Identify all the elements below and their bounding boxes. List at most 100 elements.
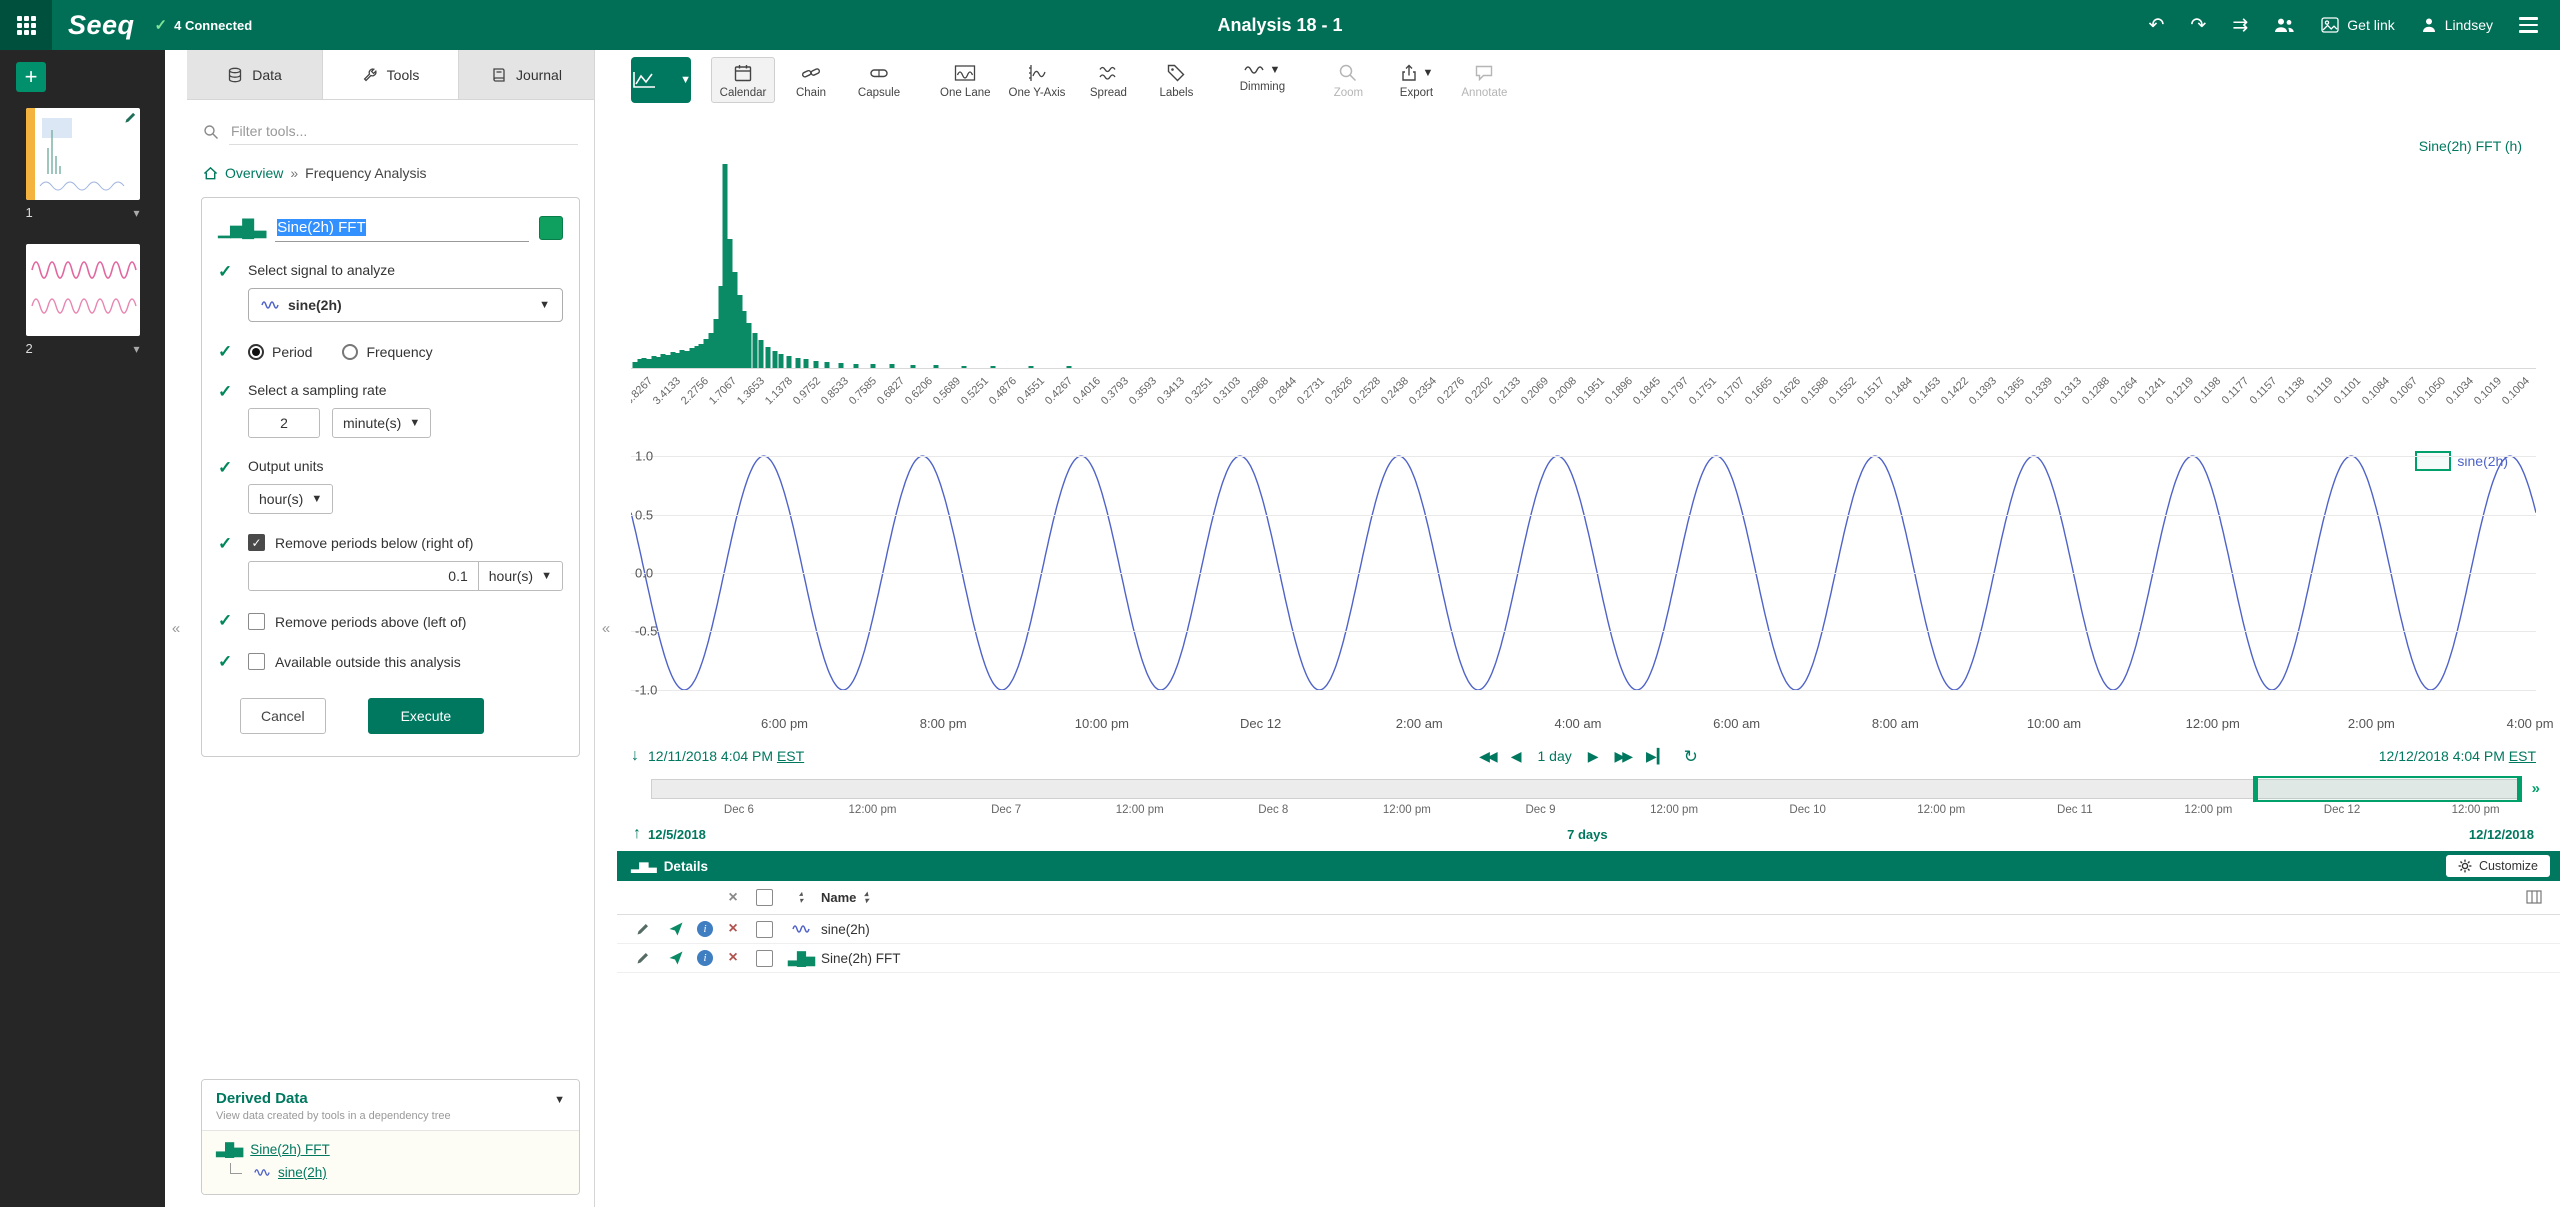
chevron-down-icon[interactable]: ▼ bbox=[554, 1094, 565, 1106]
worksheet-menu-icon[interactable]: ▾ bbox=[133, 206, 139, 220]
breadcrumb-overview[interactable]: Overview bbox=[225, 165, 283, 181]
send-item-icon[interactable] bbox=[661, 951, 691, 965]
fast-forward-icon[interactable]: ⇉ bbox=[2232, 16, 2248, 35]
worksheet-thumbnail-1[interactable] bbox=[26, 108, 140, 200]
toolbar-export-button[interactable]: ▼ Export bbox=[1384, 57, 1448, 103]
range-start-arrow-icon[interactable]: ↓ bbox=[631, 747, 639, 765]
get-link-button[interactable]: Get link bbox=[2321, 17, 2394, 33]
item-info-icon[interactable]: i bbox=[697, 950, 713, 966]
remove-above-checkbox-row[interactable]: Remove periods above (left of) bbox=[248, 611, 563, 631]
range-duration-button[interactable]: 1 day bbox=[1537, 748, 1571, 764]
toolbar-chain-button[interactable]: Chain bbox=[779, 57, 843, 103]
sine-plot[interactable]: sine(2h) 1.00.50.0-0.5-1.0 bbox=[631, 437, 2536, 709]
customize-button[interactable]: Customize bbox=[2446, 855, 2550, 877]
step-forward-button[interactable]: ▶ bbox=[1588, 749, 1599, 763]
derived-item-link[interactable]: sine(2h) bbox=[278, 1165, 327, 1180]
table-options-icon[interactable] bbox=[2526, 890, 2542, 904]
select-all-checkbox[interactable] bbox=[756, 889, 773, 906]
fft-x-tick-label: 0.7585 bbox=[847, 375, 879, 407]
remove-all-icon[interactable]: × bbox=[728, 889, 737, 907]
investigate-start-date[interactable]: 12/5/2018 bbox=[648, 827, 706, 842]
step-forward-fast-button[interactable]: ▶▶ bbox=[1615, 749, 1631, 763]
item-checkbox[interactable] bbox=[756, 950, 773, 967]
series-color-swatch[interactable] bbox=[539, 216, 563, 240]
axis-selection-box[interactable] bbox=[2415, 451, 2451, 471]
investigate-end-date[interactable]: 12/12/2018 bbox=[2469, 827, 2534, 842]
item-info-icon[interactable]: i bbox=[697, 921, 713, 937]
worksheet-number: 2 bbox=[26, 341, 33, 356]
undo-icon[interactable]: ↶ bbox=[2149, 16, 2165, 35]
redo-icon[interactable]: ↷ bbox=[2190, 16, 2206, 35]
toolbar-capsule-button[interactable]: Capsule bbox=[847, 57, 911, 103]
item-name[interactable]: sine(2h) bbox=[821, 922, 870, 937]
edit-item-icon[interactable] bbox=[625, 951, 661, 965]
remove-below-unit-dropdown[interactable]: hour(s)▼ bbox=[479, 561, 563, 591]
frequency-radio[interactable]: Frequency bbox=[342, 344, 432, 360]
output-unit-dropdown[interactable]: hour(s)▼ bbox=[248, 484, 333, 514]
investigate-duration[interactable]: 7 days bbox=[1567, 827, 1607, 842]
view-selector-button[interactable]: ▼ bbox=[631, 57, 691, 103]
derived-item-link[interactable]: Sine(2h) FFT bbox=[250, 1142, 330, 1157]
collapse-worksheets-handle[interactable]: « bbox=[165, 50, 187, 1207]
fft-x-tick-label: 0.2133 bbox=[1491, 375, 1523, 407]
hamburger-menu-icon[interactable] bbox=[2519, 17, 2538, 33]
send-item-icon[interactable] bbox=[661, 922, 691, 936]
remove-above-checkbox[interactable] bbox=[248, 613, 265, 630]
result-name-input[interactable]: Sine(2h) FFT bbox=[275, 214, 529, 242]
tab-data[interactable]: Data bbox=[187, 50, 323, 99]
remove-item-icon[interactable]: × bbox=[728, 920, 737, 938]
fft-histogram-plot[interactable] bbox=[631, 164, 2536, 369]
edit-worksheet-icon[interactable] bbox=[124, 111, 137, 124]
step-back-fast-button[interactable]: ◀◀ bbox=[1479, 749, 1495, 763]
step-to-end-button[interactable]: ▶▎ bbox=[1646, 749, 1668, 763]
new-worksheet-button[interactable]: + bbox=[16, 62, 46, 92]
details-row-sine[interactable]: i × sine(2h) bbox=[617, 915, 2560, 944]
investigate-start-arrow-icon[interactable]: ↑ bbox=[633, 825, 641, 843]
available-outside-checkbox-row[interactable]: Available outside this analysis bbox=[248, 652, 563, 672]
sort-type-icon[interactable]: ▴▾ bbox=[799, 891, 803, 905]
toolbar-spread-button[interactable]: Spread bbox=[1076, 57, 1140, 103]
user-menu-button[interactable]: Lindsey bbox=[2421, 17, 2493, 33]
edit-item-icon[interactable] bbox=[625, 922, 661, 936]
timeline-scrubber[interactable] bbox=[651, 779, 2522, 799]
name-column-header[interactable]: Name ▴▾ bbox=[821, 890, 868, 905]
toolbar-dimming-button[interactable]: ▼ Dimming bbox=[1230, 57, 1294, 97]
step-back-button[interactable]: ◀ bbox=[1511, 749, 1522, 763]
tab-journal[interactable]: Journal bbox=[459, 50, 594, 99]
collapse-tools-handle[interactable]: « bbox=[595, 50, 617, 1207]
fft-x-tick-label: 0.2968 bbox=[1239, 375, 1271, 407]
chevron-down-icon: ▼ bbox=[409, 417, 420, 429]
wrench-icon bbox=[362, 67, 378, 83]
item-checkbox[interactable] bbox=[756, 921, 773, 938]
execute-button[interactable]: Execute bbox=[368, 698, 485, 734]
signal-select-dropdown[interactable]: sine(2h) ▼ bbox=[248, 288, 563, 322]
sampling-unit-dropdown[interactable]: minute(s)▼ bbox=[332, 408, 431, 438]
period-radio[interactable]: Period bbox=[248, 344, 312, 360]
toolbar-one-lane-button[interactable]: One Lane bbox=[933, 57, 998, 103]
tab-tools[interactable]: Tools bbox=[323, 50, 459, 99]
topbar-actions: ↶ ↷ ⇉ Get link Lindsey bbox=[2149, 16, 2560, 35]
app-launcher-button[interactable] bbox=[0, 0, 52, 50]
worksheet-menu-icon[interactable]: ▾ bbox=[133, 342, 139, 356]
display-range-end[interactable]: 12/12/2018 4:04 PM EST bbox=[2379, 748, 2536, 764]
worksheet-2: 2 ▾ bbox=[26, 244, 140, 370]
display-range-start[interactable]: 12/11/2018 4:04 PM EST bbox=[648, 748, 804, 764]
worksheet-thumbnail-2[interactable] bbox=[26, 244, 140, 336]
remove-item-icon[interactable]: × bbox=[728, 949, 737, 967]
remove-below-checkbox-row[interactable]: ✓ Remove periods below (right of) bbox=[248, 534, 563, 551]
remove-below-checkbox[interactable]: ✓ bbox=[248, 534, 265, 551]
toolbar-one-y-axis-button[interactable]: One Y-Axis bbox=[1002, 57, 1073, 103]
remove-below-input[interactable]: 0.1 bbox=[248, 561, 479, 591]
users-icon[interactable] bbox=[2274, 17, 2295, 33]
filter-tools-input[interactable] bbox=[229, 118, 578, 145]
toolbar-calendar-button[interactable]: Calendar bbox=[711, 57, 775, 103]
derived-data-header[interactable]: Derived Data View data created by tools … bbox=[202, 1080, 579, 1130]
available-outside-checkbox[interactable] bbox=[248, 653, 265, 670]
sampling-rate-input[interactable]: 2 bbox=[248, 408, 320, 438]
toolbar-labels-button[interactable]: Labels bbox=[1144, 57, 1208, 103]
timeline-extend-icon[interactable]: » bbox=[2532, 780, 2540, 797]
item-name[interactable]: Sine(2h) FFT bbox=[821, 951, 901, 966]
auto-update-icon[interactable]: ↻ bbox=[1684, 748, 1698, 765]
details-row-fft[interactable]: i × ▃█▅ Sine(2h) FFT bbox=[617, 944, 2560, 973]
cancel-button[interactable]: Cancel bbox=[240, 698, 326, 734]
